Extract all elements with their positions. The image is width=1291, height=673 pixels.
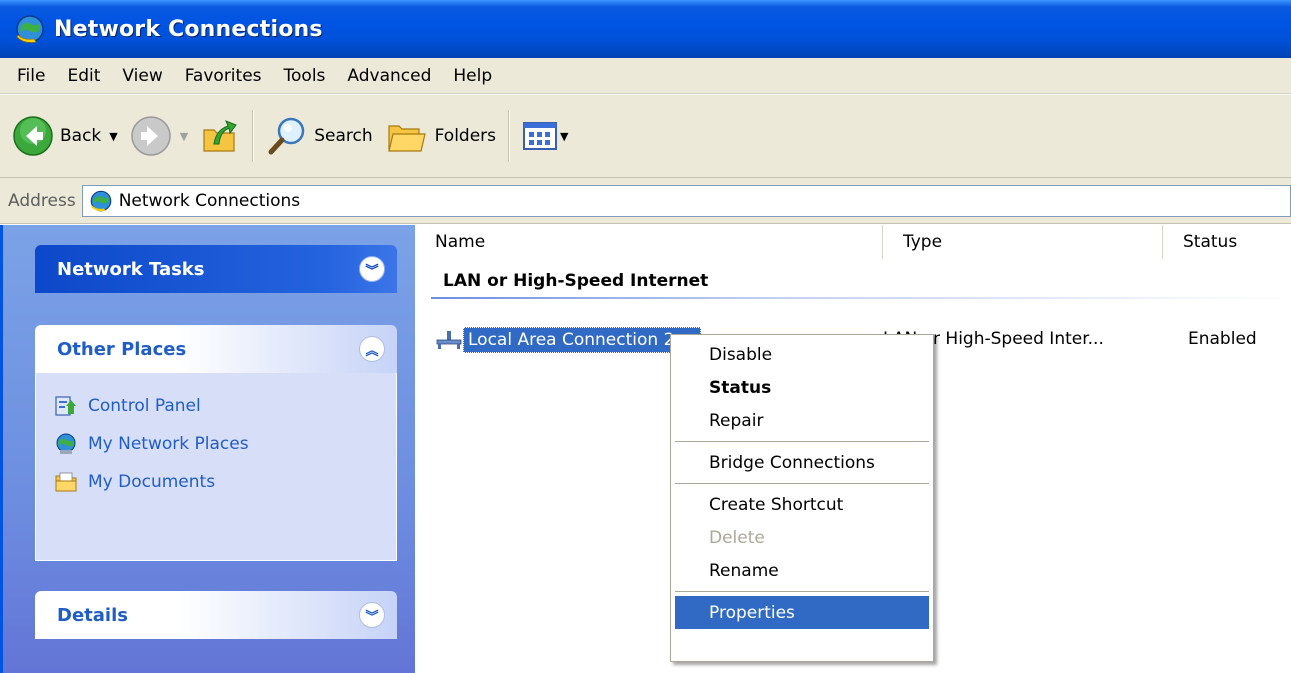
connection-name[interactable]: Local Area Connection 2 <box>463 327 701 353</box>
group-header: LAN or High-Speed Internet <box>443 271 709 291</box>
forward-arrow-icon <box>131 116 171 156</box>
menu-separator <box>675 437 929 446</box>
address-bar: Address Network Connections <box>0 178 1291 224</box>
views-dropdown-icon[interactable]: ▼ <box>560 130 568 143</box>
column-header-type[interactable]: Type <box>883 225 1163 259</box>
column-header-row: Name Type Status <box>415 225 1291 259</box>
network-places-icon <box>56 433 76 454</box>
up-folder-button[interactable] <box>194 108 246 164</box>
place-control-panel-label: Control Panel <box>88 396 201 416</box>
control-panel-icon <box>55 396 76 416</box>
place-my-documents-label: My Documents <box>88 472 216 492</box>
menu-help[interactable]: Help <box>442 66 503 86</box>
menu-advanced[interactable]: Advanced <box>336 66 442 86</box>
address-value: Network Connections <box>118 190 301 211</box>
menu-item-properties[interactable]: Properties <box>675 596 929 629</box>
menu-item-disable[interactable]: Disable <box>675 338 929 371</box>
folders-label: Folders <box>434 126 497 146</box>
views-icon <box>523 122 558 150</box>
search-label: Search <box>314 126 373 146</box>
menu-item-bridge-connections[interactable]: Bridge Connections <box>675 446 929 479</box>
details-title: Details <box>57 604 128 626</box>
forward-button[interactable]: ▼ <box>124 108 194 164</box>
expand-chevron-icon[interactable]: ︾ <box>359 256 385 282</box>
window-title: Network Connections <box>54 16 323 42</box>
other-places-title: Other Places <box>57 338 187 360</box>
my-documents-icon <box>55 472 77 492</box>
views-button[interactable]: ▼ <box>516 108 574 164</box>
menu-item-delete: Delete <box>709 527 765 548</box>
toolbar-separator <box>508 110 511 162</box>
folders-icon <box>387 125 426 152</box>
network-connections-icon <box>90 190 112 211</box>
search-icon <box>268 117 305 155</box>
address-label: Address <box>8 190 76 211</box>
menu-item-repair[interactable]: Repair <box>675 404 929 437</box>
place-my-network-places-label: My Network Places <box>88 434 249 454</box>
menu-favorites[interactable]: Favorites <box>174 66 273 86</box>
menu-edit[interactable]: Edit <box>56 66 111 86</box>
column-header-name[interactable]: Name <box>415 225 883 259</box>
network-tasks-title: Network Tasks <box>57 258 205 280</box>
menu-tools[interactable]: Tools <box>273 66 337 86</box>
menu-separator <box>675 479 929 488</box>
forward-dropdown-icon[interactable]: ▼ <box>180 130 188 143</box>
menu-separator <box>675 587 929 596</box>
folders-button[interactable]: Folders <box>379 108 502 164</box>
menu-item-rename[interactable]: Rename <box>675 554 929 587</box>
network-connections-icon <box>16 15 44 43</box>
lan-connection-icon <box>436 331 462 349</box>
back-button[interactable]: Back ▼ <box>6 108 124 164</box>
toolbar: Back ▼ ▼ Search Folders ▼ <box>0 94 1291 178</box>
collapse-chevron-icon[interactable]: ︽ <box>359 336 385 362</box>
toolbar-separator <box>252 110 255 162</box>
other-places-panel: Control Panel My Network Places My Docum… <box>35 373 397 561</box>
menu-item-create-shortcut[interactable]: Create Shortcut <box>675 488 929 521</box>
details-header[interactable]: Details ︾ <box>35 591 397 639</box>
up-folder-icon <box>203 120 238 152</box>
place-my-network-places[interactable]: My Network Places <box>54 425 378 463</box>
expand-chevron-icon[interactable]: ︾ <box>359 602 385 628</box>
connection-status: Enabled <box>1188 329 1257 349</box>
back-arrow-icon <box>13 116 53 156</box>
menu-file[interactable]: File <box>6 66 56 86</box>
context-menu: Disable Status Repair Bridge Connections… <box>670 334 934 662</box>
network-tasks-header[interactable]: Network Tasks ︾ <box>35 245 397 293</box>
search-button[interactable]: Search <box>260 108 378 164</box>
other-places-header[interactable]: Other Places ︽ <box>35 325 397 373</box>
place-my-documents[interactable]: My Documents <box>54 463 378 501</box>
column-header-status[interactable]: Status <box>1163 225 1291 259</box>
place-control-panel[interactable]: Control Panel <box>54 387 378 425</box>
title-bar[interactable]: Network Connections <box>0 0 1291 58</box>
group-divider <box>431 297 1291 299</box>
task-pane: Network Tasks ︾ Other Places ︽ Control P… <box>0 225 415 673</box>
menu-view[interactable]: View <box>111 66 173 86</box>
address-input[interactable]: Network Connections <box>81 184 1291 217</box>
menu-item-status[interactable]: Status <box>675 371 929 404</box>
back-label: Back <box>60 126 102 146</box>
menu-bar: File Edit View Favorites Tools Advanced … <box>0 58 1291 94</box>
back-dropdown-icon[interactable]: ▼ <box>109 130 117 143</box>
